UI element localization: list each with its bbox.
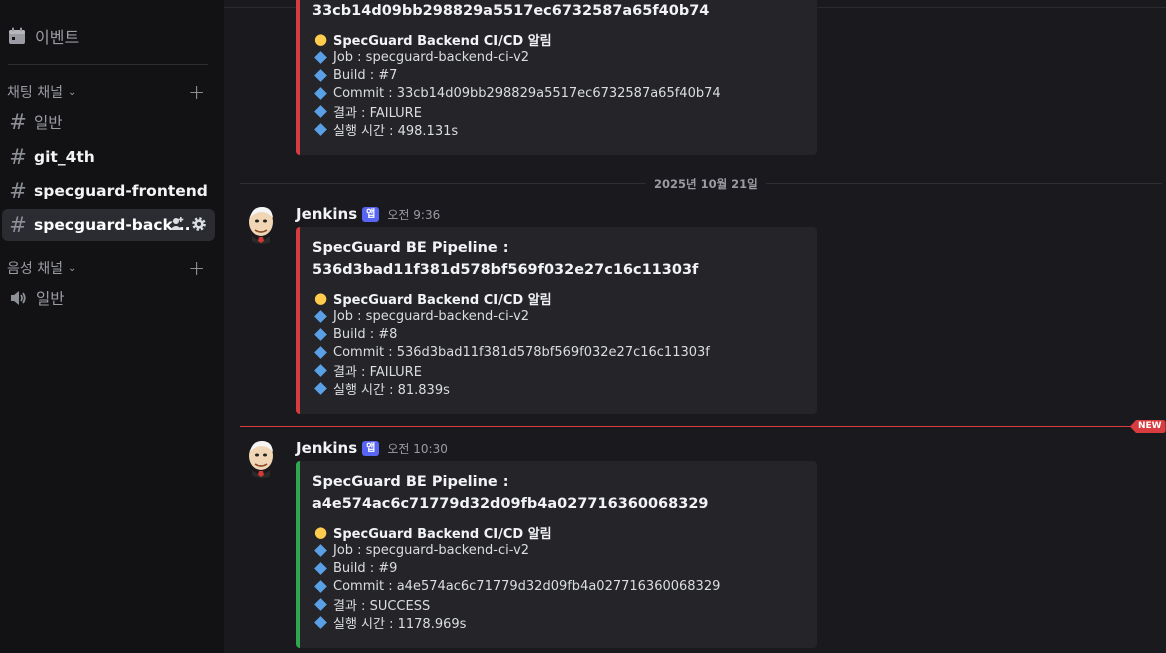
embed-title: SpecGuard BE Pipeline :	[312, 474, 509, 490]
embed-field: 실행 시간 : 498.131s	[312, 120, 458, 139]
hash-icon: #	[9, 213, 27, 237]
embed-title: SpecGuard BE Pipeline :	[312, 240, 509, 256]
channel-label: specguard-back...	[34, 216, 191, 234]
embed-field: Job : specguard-backend-ci-v2	[312, 541, 529, 559]
embed-field: Build : #8	[312, 325, 397, 343]
calendar-icon	[9, 27, 25, 44]
channel-item-git-4th[interactable]: # git_4th	[2, 141, 215, 173]
events-label: 이벤트	[35, 28, 80, 47]
speaker-icon	[11, 291, 26, 305]
text-channels-category[interactable]: 채팅 채널 ⌄ +	[7, 80, 213, 104]
embed-heading: ● SpecGuard Backend CI/CD 알림	[313, 289, 552, 308]
channel-label: specguard-frontend	[34, 182, 208, 200]
diamond-icon	[314, 104, 327, 118]
message-list: 33cb14d09bb298829a5517ec6732587a65f40b74…	[224, 0, 1166, 653]
diamond-icon	[314, 50, 327, 64]
diamond-icon	[314, 615, 327, 629]
embed-field: 결과 : SUCCESS	[312, 595, 430, 614]
message-header: Jenkins 앱 오전 9:36	[296, 204, 440, 224]
timestamp: 오전 10:30	[387, 441, 448, 456]
diamond-icon	[314, 86, 327, 100]
embed-field: 결과 : FAILURE	[312, 102, 422, 121]
embed-field: 실행 시간 : 1178.969s	[312, 613, 466, 632]
diamond-icon	[314, 122, 327, 136]
embed-field: Job : specguard-backend-ci-v2	[312, 307, 529, 325]
channel-label: git_4th	[34, 148, 95, 166]
diamond-icon	[314, 561, 327, 575]
lightbulb-icon: ●	[313, 523, 328, 541]
events-item[interactable]: 이벤트	[7, 24, 79, 48]
channel-label: 일반	[36, 290, 65, 308]
lightbulb-icon: ●	[313, 30, 328, 48]
embed-heading: ● SpecGuard Backend CI/CD 알림	[313, 523, 552, 542]
message-header: Jenkins 앱 오전 10:30	[296, 438, 448, 458]
app-badge: 앱	[362, 440, 380, 456]
embed-field: 실행 시간 : 81.839s	[312, 379, 450, 398]
embed-heading: ● SpecGuard Backend CI/CD 알림	[313, 30, 552, 49]
embed-field: Build : #7	[312, 66, 397, 84]
lightbulb-icon: ●	[313, 289, 328, 307]
author-name[interactable]: Jenkins	[296, 205, 357, 223]
jenkins-avatar[interactable]	[242, 438, 282, 478]
date-divider-label: 2025년 10월 21일	[646, 176, 766, 192]
diamond-icon	[314, 68, 327, 82]
diamond-icon	[314, 363, 327, 377]
embed-failure-build-7: 33cb14d09bb298829a5517ec6732587a65f40b74…	[296, 0, 817, 155]
hash-icon: #	[9, 145, 27, 169]
channel-sidebar: 이벤트 채팅 채널 ⌄ + # 일반 # git_4th # specguard…	[0, 0, 224, 653]
app-badge: 앱	[362, 206, 380, 222]
add-channel-icon[interactable]: +	[188, 80, 205, 104]
invite-member-icon[interactable]	[169, 216, 185, 232]
chevron-down-icon: ⌄	[67, 262, 77, 274]
new-messages-divider	[240, 426, 1146, 427]
embed-field: Build : #9	[312, 559, 397, 577]
hash-icon: #	[9, 179, 27, 203]
jenkins-avatar[interactable]	[242, 204, 282, 244]
sidebar-divider	[8, 64, 208, 65]
embed-field: Commit : a4e574ac6c71779d32d09fb4a027716…	[312, 577, 720, 595]
diamond-icon	[314, 543, 327, 557]
diamond-icon	[314, 597, 327, 611]
timestamp: 오전 9:36	[387, 207, 441, 222]
channel-item-specguard-backend[interactable]: # specguard-back...	[2, 209, 215, 241]
voice-channels-category[interactable]: 음성 채널 ⌄ +	[7, 256, 213, 280]
add-channel-icon[interactable]: +	[188, 256, 205, 280]
hash-icon: #	[9, 110, 27, 134]
diamond-icon	[314, 381, 327, 395]
diamond-icon	[314, 579, 327, 593]
category-label: 채팅 채널	[7, 85, 63, 101]
embed-field: 결과 : FAILURE	[312, 361, 422, 380]
diamond-icon	[314, 309, 327, 323]
embed-failure-build-8: SpecGuard BE Pipeline : 536d3bad11f381d5…	[296, 227, 817, 414]
embed-title: 33cb14d09bb298829a5517ec6732587a65f40b74	[312, 3, 710, 19]
embed-title-hash: a4e574ac6c71779d32d09fb4a027716360068329	[312, 496, 709, 512]
embed-success-build-9: SpecGuard BE Pipeline : a4e574ac6c71779d…	[296, 461, 817, 648]
channel-item-specguard-frontend[interactable]: # specguard-frontend	[2, 175, 215, 207]
author-name[interactable]: Jenkins	[296, 439, 357, 457]
embed-field: Commit : 33cb14d09bb298829a5517ec6732587…	[312, 84, 721, 102]
embed-title-hash: 536d3bad11f381d578bf569f032e27c16c11303f	[312, 262, 699, 278]
diamond-icon	[314, 345, 327, 359]
channel-label: 일반	[34, 114, 63, 132]
category-label: 음성 채널	[7, 261, 63, 277]
gear-icon[interactable]	[191, 216, 207, 232]
chevron-down-icon: ⌄	[67, 86, 77, 98]
embed-field: Job : specguard-backend-ci-v2	[312, 48, 529, 66]
diamond-icon	[314, 327, 327, 341]
embed-field: Commit : 536d3bad11f381d578bf569f032e27c…	[312, 343, 710, 361]
voice-channel-general[interactable]: 일반	[2, 282, 215, 314]
channel-item-general[interactable]: # 일반	[2, 106, 215, 138]
new-badge: NEW	[1130, 420, 1166, 433]
